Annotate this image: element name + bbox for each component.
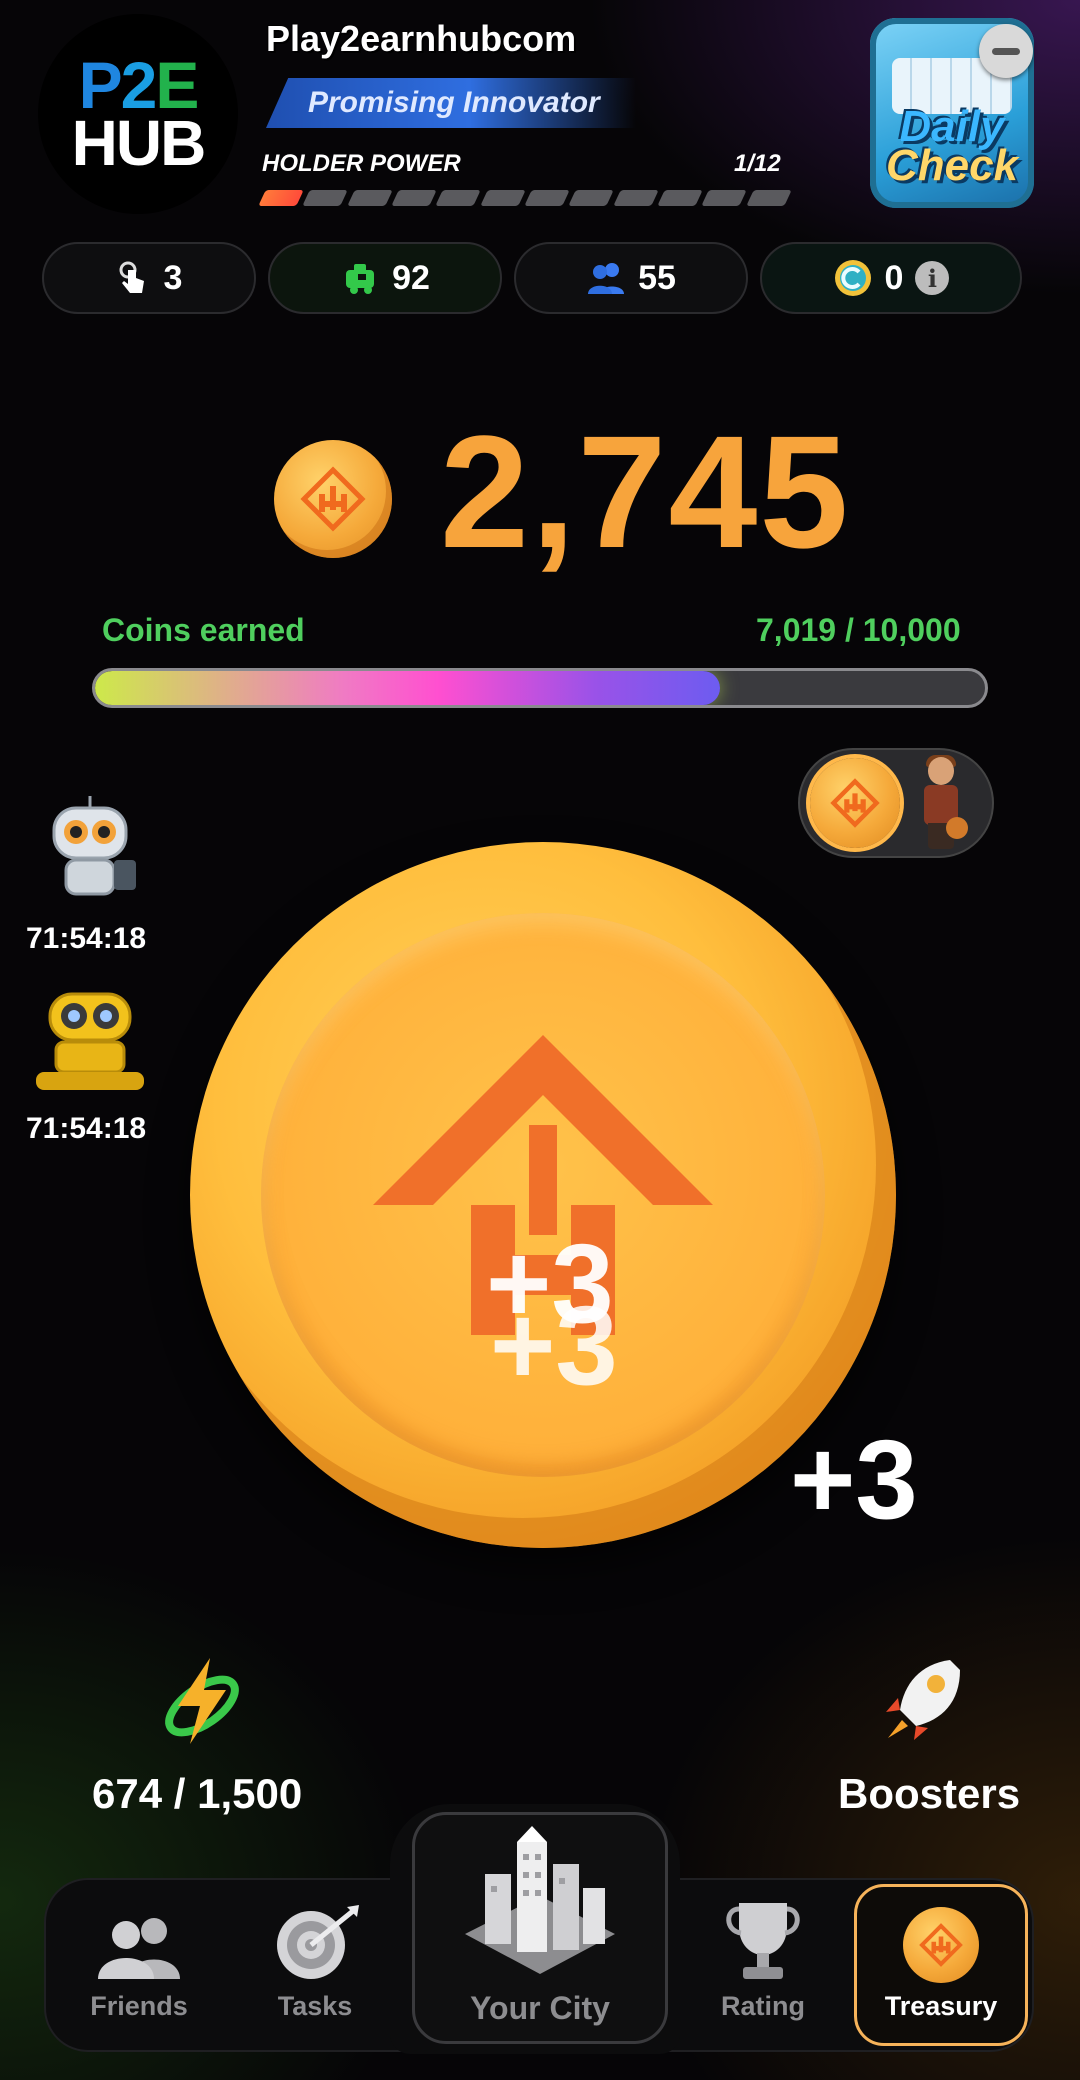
holder-power-segment: [258, 190, 305, 206]
tab-rating-label: Rating: [721, 1991, 805, 2021]
coin-icon: [274, 440, 392, 558]
token-value: 0: [884, 258, 904, 297]
rocket-icon[interactable]: [880, 1654, 964, 1746]
income-value: 92: [392, 258, 430, 297]
holder-power-count: 1/12: [734, 150, 781, 177]
holder-power-segment: [612, 190, 659, 206]
username: Play2earnhubcom: [266, 18, 577, 59]
holder-power-bar: [258, 190, 792, 206]
people-icon: [588, 263, 625, 294]
tab-your-city-label: Your City: [470, 1990, 610, 2026]
income-stat[interactable]: 92: [268, 242, 502, 314]
city-icon: [465, 1826, 615, 1974]
holder-power-segment: [657, 190, 704, 206]
friends-value: 55: [638, 258, 676, 297]
hand-tap-icon: [119, 261, 144, 293]
tab-friends-label: Friends: [90, 1991, 188, 2021]
info-icon[interactable]: i: [915, 261, 950, 295]
c-token-icon: [834, 260, 871, 296]
target-icon: [277, 1905, 359, 1979]
character-skin-icon[interactable]: [918, 755, 968, 849]
taps-value: 3: [163, 258, 183, 297]
holder-power-segment: [745, 190, 792, 206]
robot-yellow-icon[interactable]: [30, 980, 150, 1100]
treasury-coin-icon: [903, 1907, 979, 1983]
energy-counter: 674 / 1,500: [92, 1770, 303, 1817]
daily-check-subtitle: Check: [885, 141, 1019, 191]
tab-your-city[interactable]: Your City: [412, 1812, 668, 2044]
lightning-icon: [165, 1658, 239, 1744]
holder-power-segment: [391, 190, 438, 206]
holder-power-segment: [568, 190, 615, 206]
holder-power-label: HOLDER POWER: [262, 150, 461, 177]
trophy-icon: [726, 1903, 800, 1979]
coin-balance: 2,745: [440, 402, 851, 581]
holder-power-segment: [435, 190, 482, 206]
tab-friends[interactable]: Friends: [64, 1892, 214, 2042]
holder-power-segment: [524, 190, 571, 206]
tap-reward-popup: +3: [790, 1417, 918, 1542]
tab-rating[interactable]: Rating: [688, 1892, 838, 2042]
tab-tasks-label: Tasks: [277, 1991, 353, 2021]
coins-earned-value: 7,019 / 10,000: [756, 612, 961, 648]
token-stat[interactable]: 0 i: [760, 242, 1022, 314]
minimize-button[interactable]: [979, 24, 1033, 78]
friends-icon: [98, 1918, 180, 1979]
coins-earned-label: Coins earned: [102, 612, 305, 648]
taps-stat[interactable]: 3: [42, 242, 256, 314]
progress-fill: [95, 671, 720, 705]
robot-income-icon: [346, 264, 375, 294]
friends-stat[interactable]: 55: [514, 242, 748, 314]
tab-treasury-content[interactable]: Treasury: [866, 1892, 1016, 2042]
tab-treasury-label: Treasury: [884, 1991, 998, 2021]
holder-power-segment: [701, 190, 748, 206]
robot-silver-icon[interactable]: [30, 790, 150, 910]
rank-badge[interactable]: Promising Innovator: [266, 78, 636, 128]
robot-silver-timer: 71:54:18: [26, 922, 147, 955]
holder-power-segment: [302, 190, 349, 206]
boosters-label[interactable]: Boosters: [838, 1770, 1020, 1818]
holder-power-segment: [346, 190, 393, 206]
coin-skin-icon[interactable]: [810, 758, 900, 848]
holder-power-segment: [479, 190, 526, 206]
tap-reward-popup: +3: [490, 1283, 618, 1408]
p2e-hub-logo: P2E HUB: [38, 14, 238, 214]
tab-tasks[interactable]: Tasks: [240, 1892, 390, 2042]
coins-earned-progress-bar: [92, 668, 988, 708]
robot-yellow-timer: 71:54:18: [26, 1112, 147, 1145]
